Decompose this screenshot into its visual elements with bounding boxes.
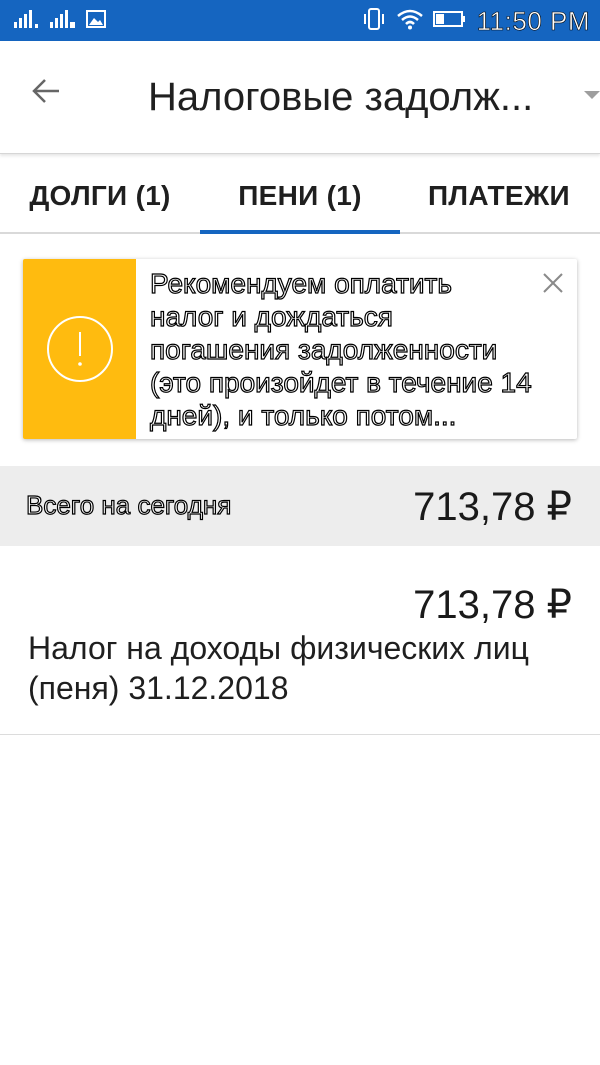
warning-side-panel xyxy=(23,259,136,439)
list-item[interactable]: 713,78 ₽ Налог на доходы физических лиц … xyxy=(0,546,600,735)
tab-payments[interactable]: ПЛАТЕЖИ xyxy=(400,160,600,232)
status-time: 11:50 PM xyxy=(476,5,590,36)
exclamation-circle-icon xyxy=(46,316,113,382)
signal-sim1-icon xyxy=(14,9,40,33)
item-description: Налог на доходы физических лиц (пеня) 31… xyxy=(28,630,529,706)
total-amount: 713,78 ₽ xyxy=(413,485,572,529)
warning-card[interactable]: Рекомендуем оплатить налог и дождаться п… xyxy=(23,259,577,439)
app-bar: Налоговые задолж... xyxy=(0,41,600,154)
close-button[interactable] xyxy=(539,269,567,297)
tab-debts[interactable]: ДОЛГИ (1) xyxy=(0,160,200,232)
status-bar-right: 11:50 PM xyxy=(361,5,590,36)
status-bar-left xyxy=(14,9,106,33)
dropdown-triangle-icon[interactable] xyxy=(584,91,600,101)
close-icon xyxy=(543,273,563,293)
tab-bar: ДОЛГИ (1) ПЕНИ (1) ПЛАТЕЖИ xyxy=(0,160,600,234)
tab-penalties[interactable]: ПЕНИ (1) xyxy=(200,160,400,232)
item-amount: 713,78 ₽ xyxy=(413,583,572,627)
signal-sim2-icon xyxy=(50,9,76,33)
total-summary: Всего на сегодня 713,78 ₽ xyxy=(0,466,600,546)
page-title[interactable]: Налоговые задолж... xyxy=(148,75,568,120)
total-label: Всего на сегодня xyxy=(25,489,232,520)
wifi-icon xyxy=(396,8,423,35)
image-notification-icon xyxy=(86,9,106,33)
arrow-back-icon xyxy=(32,79,59,103)
warning-text: Рекомендуем оплатить налог и дождаться п… xyxy=(149,267,532,431)
back-button[interactable] xyxy=(24,69,68,113)
vibrate-icon xyxy=(361,7,387,36)
battery-icon xyxy=(432,10,467,33)
tab-indicator xyxy=(200,230,400,234)
status-bar: 11:50 PM xyxy=(0,0,600,41)
